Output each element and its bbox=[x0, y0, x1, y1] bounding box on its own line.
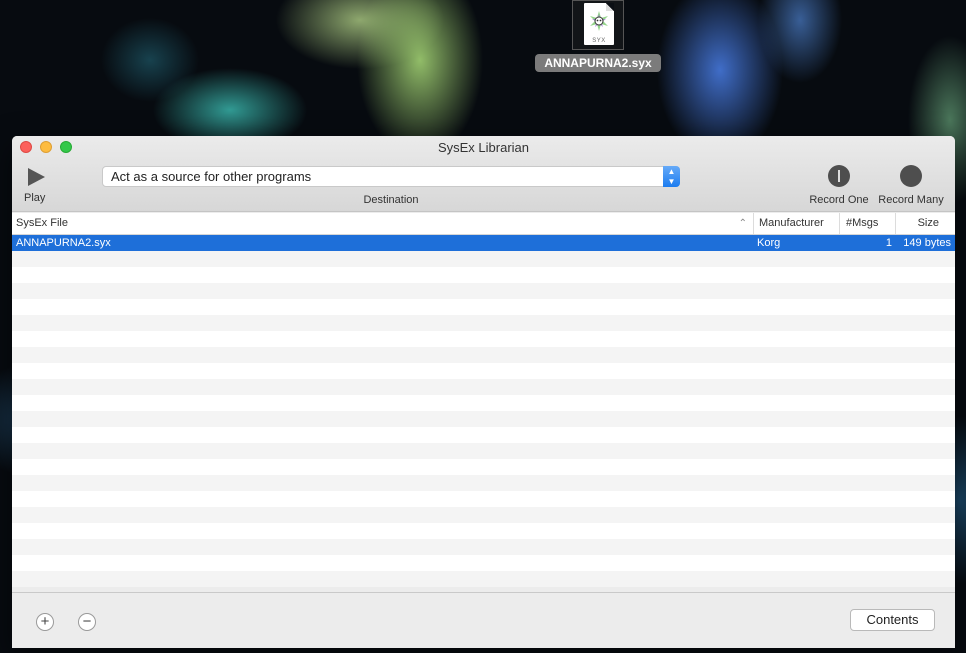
empty-table-row bbox=[12, 347, 955, 363]
empty-table-row bbox=[12, 411, 955, 427]
column-header-size[interactable]: Size bbox=[895, 213, 955, 234]
empty-table-row bbox=[12, 251, 955, 267]
file-table-body: ANNAPURNA2.syx Korg 1 149 bytes bbox=[12, 235, 955, 592]
empty-table-row bbox=[12, 379, 955, 395]
desktop-file-name[interactable]: ANNAPURNA2.syx bbox=[535, 54, 661, 72]
star-logo-icon bbox=[590, 11, 608, 31]
empty-table-row bbox=[12, 331, 955, 347]
title-toolbar: SysEx Librarian Play Act as a source for… bbox=[12, 136, 955, 212]
desktop-file-selection-frame: SYX bbox=[572, 0, 624, 50]
add-button[interactable]: + bbox=[36, 613, 54, 631]
cell-size: 149 bytes bbox=[903, 237, 951, 249]
column-header-sysex-file[interactable]: SysEx File ⌃ bbox=[16, 213, 751, 234]
cell-sysex-file: ANNAPURNA2.syx bbox=[16, 237, 111, 249]
empty-table-row bbox=[12, 523, 955, 539]
record-one-icon bbox=[828, 165, 850, 187]
empty-table-row bbox=[12, 299, 955, 315]
sysex-file-icon[interactable]: SYX bbox=[584, 3, 614, 45]
remove-button[interactable]: − bbox=[78, 613, 96, 631]
destination-control: Act as a source for other programs ▲ ▼ De… bbox=[102, 166, 680, 206]
destination-label: Destination bbox=[363, 194, 419, 206]
page-fold bbox=[606, 3, 614, 11]
contents-button[interactable]: Contents bbox=[850, 609, 935, 631]
play-button[interactable]: Play bbox=[20, 164, 52, 204]
column-header-manufacturer[interactable]: Manufacturer bbox=[753, 213, 839, 234]
sort-ascending-icon: ⌃ bbox=[738, 218, 747, 229]
sysex-librarian-window: SysEx Librarian Play Act as a source for… bbox=[12, 136, 955, 648]
empty-table-row bbox=[12, 267, 955, 283]
cell-manufacturer: Korg bbox=[757, 237, 781, 249]
empty-table-row bbox=[12, 475, 955, 491]
desktop-file[interactable]: SYX ANNAPURNA2.syx bbox=[534, 0, 662, 74]
bottom-bar: + − Contents bbox=[12, 592, 955, 648]
empty-table-row bbox=[12, 443, 955, 459]
empty-table-row bbox=[12, 459, 955, 475]
column-header-msgs[interactable]: #Msgs bbox=[839, 213, 895, 234]
record-many-button[interactable]: Record Many bbox=[874, 165, 948, 206]
cell-msgs: 1 bbox=[885, 237, 892, 249]
empty-table-row bbox=[12, 555, 955, 571]
record-one-label: Record One bbox=[809, 194, 869, 206]
empty-table-row bbox=[12, 395, 955, 411]
record-many-label: Record Many bbox=[878, 194, 944, 206]
table-header: SysEx File ⌃ Manufacturer #Msgs Size bbox=[12, 213, 955, 235]
empty-table-row bbox=[12, 507, 955, 523]
empty-table-row bbox=[12, 539, 955, 555]
play-label: Play bbox=[24, 192, 46, 204]
file-extension-badge: SYX bbox=[592, 38, 606, 44]
destination-popup[interactable]: Act as a source for other programs ▲ ▼ bbox=[102, 166, 680, 187]
empty-table-row bbox=[12, 491, 955, 507]
empty-table-row bbox=[12, 315, 955, 331]
record-one-button[interactable]: Record One bbox=[804, 165, 874, 206]
empty-table-row bbox=[12, 283, 955, 299]
destination-value: Act as a source for other programs bbox=[111, 169, 312, 184]
empty-table-row bbox=[12, 363, 955, 379]
play-icon bbox=[28, 168, 45, 186]
window-title: SysEx Librarian bbox=[437, 140, 530, 155]
table-row[interactable]: ANNAPURNA2.syx Korg 1 149 bytes bbox=[12, 235, 955, 251]
record-many-icon bbox=[900, 165, 922, 187]
empty-table-row bbox=[12, 571, 955, 587]
chevron-updown-icon[interactable]: ▲ ▼ bbox=[663, 166, 680, 187]
empty-table-row bbox=[12, 427, 955, 443]
